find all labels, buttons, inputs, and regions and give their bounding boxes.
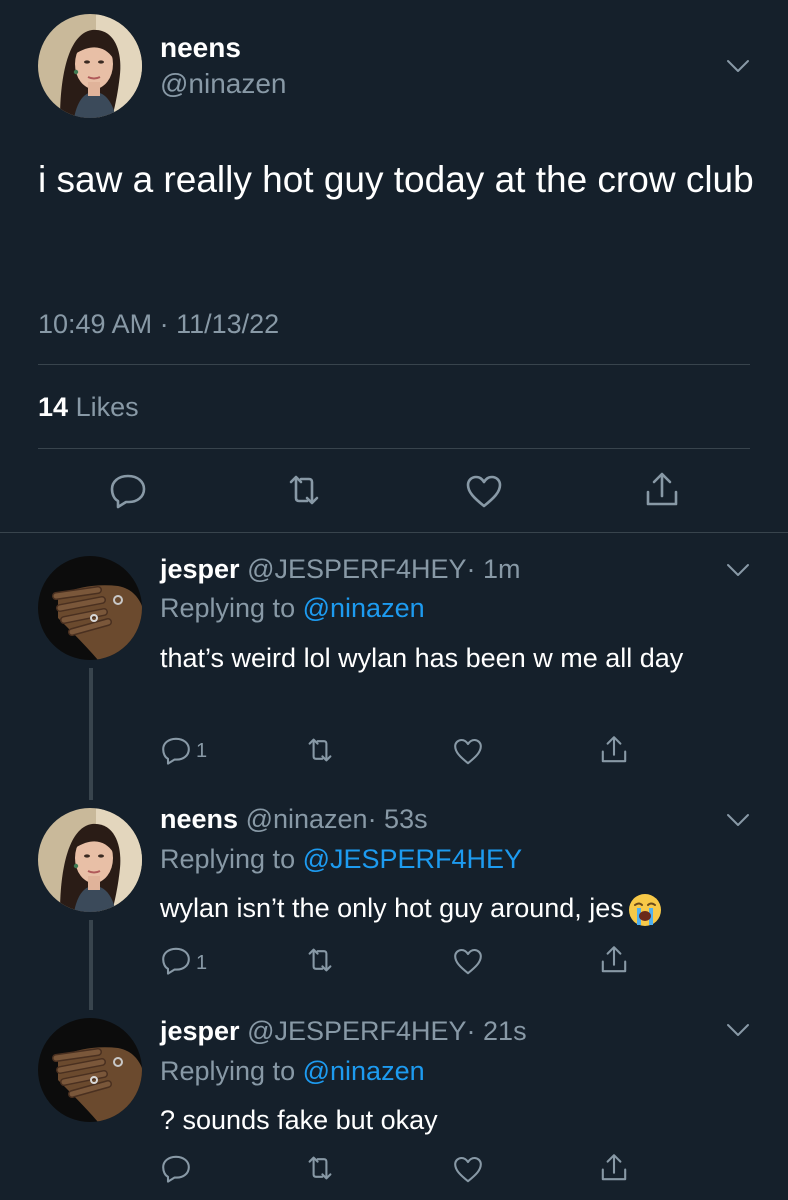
reply-text: ? sounds fake but okay: [160, 1105, 438, 1135]
replying-to: Replying to @ninazen: [160, 593, 425, 624]
reply-time[interactable]: · 1m: [467, 554, 521, 584]
display-name[interactable]: jesper: [160, 554, 240, 584]
chevron-down-icon[interactable]: [726, 812, 750, 828]
replying-to: Replying to @JESPERF4HEY: [160, 844, 522, 875]
thread-line: [89, 920, 93, 1010]
replying-to-handle[interactable]: @ninazen: [303, 1056, 425, 1086]
reply-time[interactable]: · 21s: [467, 1016, 527, 1046]
avatar[interactable]: [38, 14, 142, 118]
tweet-timestamp[interactable]: 10:49 AM · 11/13/22: [38, 309, 279, 340]
replying-label: Replying to: [160, 1056, 296, 1086]
tweet-text: i saw a really hot guy today at the crow…: [38, 159, 754, 200]
reply-icon[interactable]: [160, 734, 192, 766]
share-icon[interactable]: [598, 734, 630, 766]
replying-label: Replying to: [160, 844, 296, 874]
likes-label: Likes: [75, 392, 139, 422]
display-name[interactable]: neens: [160, 32, 241, 64]
retweet-icon[interactable]: [304, 944, 336, 976]
like-icon[interactable]: [452, 946, 484, 978]
reply-count: 1: [196, 740, 208, 762]
replying-to-handle[interactable]: @ninazen: [303, 593, 425, 623]
like-icon[interactable]: [452, 1154, 484, 1186]
reply-icon[interactable]: [108, 470, 148, 510]
reply-body: wylan isn’t the only hot guy around, jes: [160, 888, 760, 928]
avatar[interactable]: [38, 1018, 142, 1122]
like-icon[interactable]: [464, 472, 504, 512]
chevron-down-icon[interactable]: [726, 562, 750, 578]
reply-header: jesper @JESPERF4HEY· 1m: [160, 554, 521, 585]
handle[interactable]: @ninazen: [160, 68, 287, 100]
chevron-down-icon[interactable]: [726, 1022, 750, 1038]
divider: [38, 448, 750, 449]
like-icon[interactable]: [452, 736, 484, 768]
replying-to-handle[interactable]: @JESPERF4HEY: [303, 844, 522, 874]
display-name[interactable]: jesper: [160, 1016, 240, 1046]
reply-icon[interactable]: [160, 944, 192, 976]
replying-label: Replying to: [160, 593, 296, 623]
retweet-icon[interactable]: [284, 470, 324, 510]
likes-count: 14: [38, 392, 69, 422]
replying-to: Replying to @ninazen: [160, 1056, 425, 1087]
handle[interactable]: @JESPERF4HEY: [247, 554, 466, 584]
retweet-icon[interactable]: [304, 1152, 336, 1184]
chevron-down-icon[interactable]: [726, 58, 750, 74]
reply-header: neens @ninazen· 53s: [160, 804, 428, 835]
divider: [38, 364, 750, 365]
share-icon[interactable]: [642, 470, 682, 510]
handle[interactable]: @JESPERF4HEY: [247, 1016, 466, 1046]
reply-text: that’s weird lol wylan has been w me all…: [160, 643, 684, 673]
thread-line: [89, 668, 93, 800]
reply-icon[interactable]: [160, 1152, 192, 1184]
reply-time[interactable]: · 53s: [368, 804, 428, 834]
display-name[interactable]: neens: [160, 804, 238, 834]
avatar[interactable]: [38, 556, 142, 660]
reply-text: wylan isn’t the only hot guy around, jes: [160, 893, 624, 923]
reply-header: jesper @JESPERF4HEY· 21s: [160, 1016, 527, 1047]
handle[interactable]: @ninazen: [246, 804, 368, 834]
likes-summary[interactable]: 14 Likes: [38, 392, 139, 423]
divider: [0, 532, 788, 533]
retweet-icon[interactable]: [304, 734, 336, 766]
share-icon[interactable]: [598, 944, 630, 976]
reply-count: 1: [196, 952, 208, 974]
avatar[interactable]: [38, 808, 142, 912]
share-icon[interactable]: [598, 1152, 630, 1184]
loudly-crying-face-emoji: [628, 893, 662, 927]
